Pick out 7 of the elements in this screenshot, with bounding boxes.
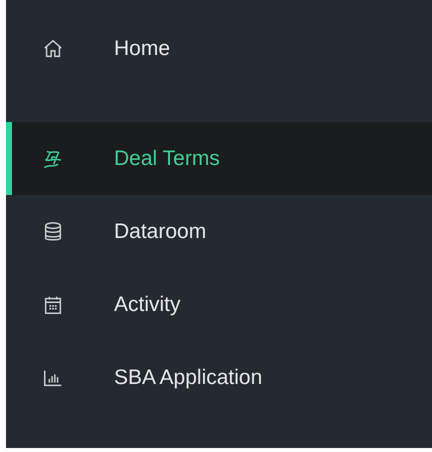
nav-item[interactable]: Dataroom [6,195,432,268]
nav-item[interactable]: Home [6,12,432,85]
home-icon [42,38,64,60]
nav-item[interactable]: Activity [6,268,432,341]
nav-item[interactable]: Deal Terms [6,122,432,195]
database-icon [42,220,64,242]
nav-item[interactable]: SBA Application [6,341,432,414]
